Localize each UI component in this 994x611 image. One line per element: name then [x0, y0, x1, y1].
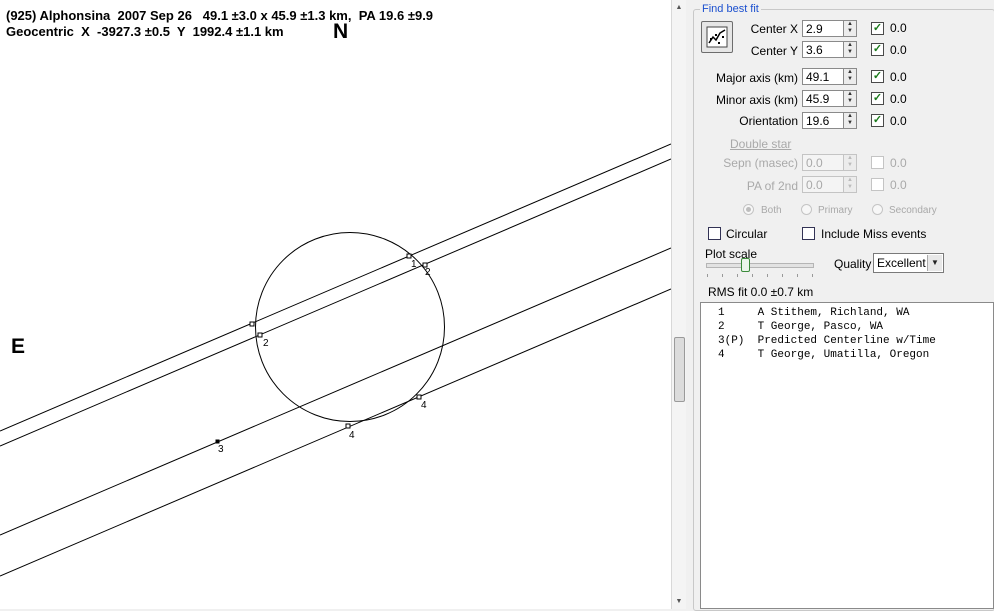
slider-tick: [782, 274, 783, 277]
event-marker: [416, 394, 422, 400]
minor-axis-spinner[interactable]: ▲ ▼: [843, 90, 857, 107]
event-title: (925) Alphonsina 2007 Sep 26 49.1 ±3.0 x…: [6, 8, 434, 23]
occultation-plot: 1 2 2 3 4 4: [0, 143, 671, 577]
rms-fit-readout: RMS fit 0.0 ±0.7 km: [708, 285, 814, 299]
list-item[interactable]: 1 A Stithem, Richland, WA: [718, 307, 909, 319]
radio-primary-label: Primary: [818, 205, 853, 216]
list-item[interactable]: 3(P) Predicted Centerline w/Time: [718, 335, 936, 347]
scroll-up-icon[interactable]: ▲: [673, 1, 685, 14]
pa-second-spinner[interactable]: ▲ ▼: [843, 176, 857, 193]
center-y-uncertainty: 0.0: [890, 43, 907, 57]
geocentric-readout: Geocentric X -3927.3 ±0.5 Y 1992.4 ±1.1 …: [6, 24, 284, 39]
center-x-spinner[interactable]: ▲ ▼: [843, 20, 857, 37]
chord-label: 2: [425, 267, 431, 278]
event-marker: [257, 332, 263, 338]
radio-secondary-label: Secondary: [889, 205, 937, 216]
slider-tick: [812, 274, 813, 277]
double-star-label: Double star: [730, 137, 792, 151]
radio-secondary[interactable]: [872, 204, 883, 215]
group-title: Find best fit: [700, 3, 761, 15]
minor-axis-uncertainty: 0.0: [890, 92, 907, 106]
find-best-fit-button[interactable]: [701, 21, 733, 53]
chord-1-upper-line: [0, 143, 671, 432]
chord-label: 4: [349, 430, 355, 441]
slider-tick: [752, 274, 753, 277]
fit-control-panel: Find best fit Center X 2.9 ▲ ▼ ✓ 0.0 Cent…: [686, 0, 994, 611]
east-label: E: [11, 335, 26, 358]
center-x-label: Center X: [750, 22, 798, 36]
event-marker: [249, 321, 255, 327]
sepn-label: Sepn (masec): [723, 156, 798, 170]
chord-4-line: [0, 288, 671, 577]
scroll-down-icon[interactable]: ▼: [673, 595, 685, 608]
plot-scale-slider-thumb[interactable]: [741, 258, 750, 272]
list-item[interactable]: 4 T George, Umatilla, Oregon: [718, 349, 929, 361]
event-marker: [345, 423, 351, 429]
event-marker: [215, 439, 220, 444]
circular-checkbox[interactable]: [708, 227, 721, 240]
sepn-spinner[interactable]: ▲ ▼: [843, 154, 857, 171]
include-miss-checkbox[interactable]: [802, 227, 815, 240]
orientation-label: Orientation: [739, 114, 798, 128]
center-x-uncertainty: 0.0: [890, 21, 907, 35]
slider-tick: [767, 274, 768, 277]
plot-area[interactable]: 1 2 2 3 4 4 (925) Alphonsina 2007 Sep 26…: [0, 0, 672, 609]
pa-second-uncertainty: 0.0: [890, 178, 907, 192]
minor-axis-label: Minor axis (km): [715, 93, 798, 107]
center-y-checkbox[interactable]: ✓: [871, 43, 884, 56]
major-axis-spinner[interactable]: ▲ ▼: [843, 68, 857, 85]
quality-label: Quality: [834, 257, 872, 271]
plot-scale-slider[interactable]: [706, 263, 814, 268]
radio-both[interactable]: [743, 204, 754, 215]
pa-second-checkbox[interactable]: [871, 178, 884, 191]
circular-label: Circular: [726, 227, 768, 241]
quality-select-value: Excellent: [877, 256, 926, 270]
include-miss-label: Include Miss events: [821, 227, 927, 241]
chord-label: 2: [263, 338, 269, 349]
north-label: N: [333, 20, 349, 43]
sepn-checkbox[interactable]: [871, 156, 884, 169]
chevron-down-icon[interactable]: ▼: [927, 255, 942, 271]
chord-center-line: [0, 247, 671, 536]
event-marker: [406, 253, 412, 259]
orientation-checkbox[interactable]: ✓: [871, 114, 884, 127]
quality-select[interactable]: Excellent ▼: [873, 253, 944, 273]
radio-both-label: Both: [761, 205, 782, 216]
slider-tick: [707, 274, 708, 277]
chord-label: 1: [411, 259, 417, 270]
slider-tick: [797, 274, 798, 277]
minor-axis-checkbox[interactable]: ✓: [871, 92, 884, 105]
list-item[interactable]: 2 T George, Pasco, WA: [718, 321, 883, 333]
observer-list[interactable]: 1 A Stithem, Richland, WA 2 T George, Pa…: [700, 302, 994, 609]
scroll-thumb[interactable]: [674, 337, 685, 402]
orientation-uncertainty: 0.0: [890, 114, 907, 128]
chord-label: 3: [218, 444, 224, 455]
chord-label: 4: [421, 400, 427, 411]
radio-primary[interactable]: [801, 204, 812, 215]
orientation-spinner[interactable]: ▲ ▼: [843, 112, 857, 129]
sepn-uncertainty: 0.0: [890, 156, 907, 170]
slider-tick: [722, 274, 723, 277]
major-axis-label: Major axis (km): [715, 71, 798, 85]
vertical-scrollbar[interactable]: ▲ ▼: [671, 0, 686, 609]
pa-second-label: PA of 2nd: [746, 179, 798, 193]
slider-tick: [737, 274, 738, 277]
chord-1-lower-line: [0, 158, 671, 447]
center-y-spinner[interactable]: ▲ ▼: [843, 41, 857, 58]
chart-fit-icon: [706, 26, 728, 48]
center-y-label: Center Y: [750, 44, 798, 58]
major-axis-checkbox[interactable]: ✓: [871, 70, 884, 83]
major-axis-uncertainty: 0.0: [890, 70, 907, 84]
center-x-checkbox[interactable]: ✓: [871, 22, 884, 35]
